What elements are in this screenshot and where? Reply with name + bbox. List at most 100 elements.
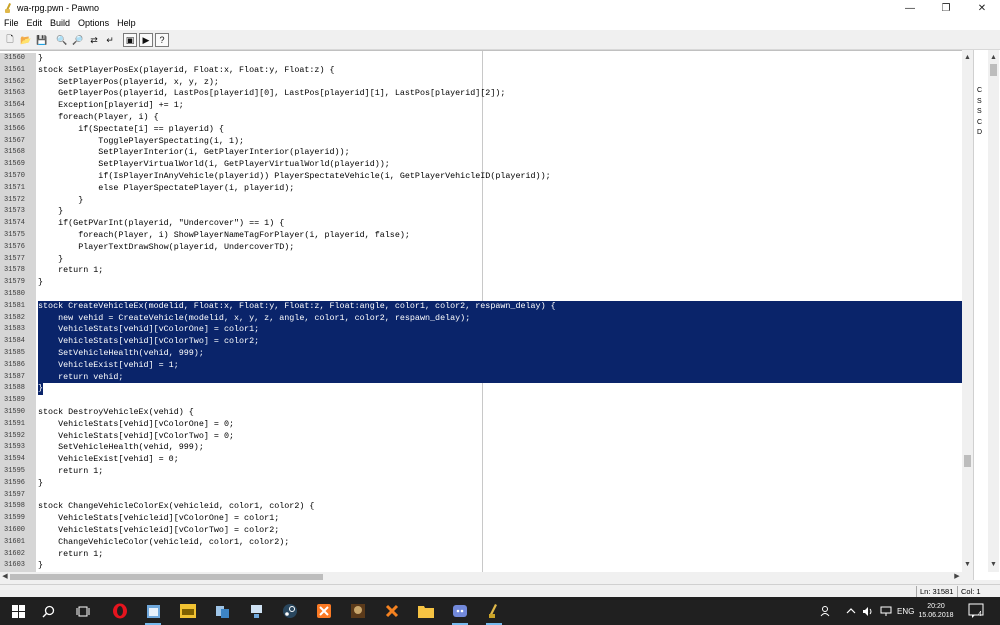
run-icon[interactable]: ▶ — [139, 33, 153, 47]
code-text[interactable]: foreach(Player, i) { — [38, 112, 159, 124]
code-text[interactable]: new vehid = CreateVehicle(modelid, x, y,… — [38, 312, 963, 325]
code-line[interactable]: 31566 if(Spectate[i] == playerid) { — [0, 123, 973, 136]
game-icon[interactable] — [348, 601, 368, 621]
code-text[interactable]: VehicleStats[vehid][vColorTwo] = 0; — [38, 431, 234, 443]
menu-help[interactable]: Help — [113, 18, 140, 28]
code-line[interactable]: 31598 stock ChangeVehicleColorEx(vehiclei… — [0, 501, 973, 514]
pawno-icon[interactable] — [484, 601, 504, 625]
selected-code-line[interactable]: 31583 VehicleStats[vehid][vColorOne] = c… — [0, 324, 973, 337]
code-text[interactable]: } — [38, 53, 43, 65]
code-text[interactable]: Exception[playerid] += 1; — [38, 100, 184, 112]
code-line[interactable]: 31576 PlayerTextDrawShow(playerid, Under… — [0, 241, 973, 254]
code-text[interactable]: foreach(Player, i) ShowPlayerNameTagForP… — [38, 230, 410, 242]
code-line[interactable]: 31580 — [0, 289, 973, 301]
editor-horizontal-scrollbar[interactable]: ◀ ▶ — [0, 572, 962, 582]
code-text[interactable]: stock SetPlayerPosEx(playerid, Float:x, … — [38, 65, 335, 77]
code-text[interactable]: VehicleExist[vehid] = 0; — [38, 454, 179, 466]
horizontal-scroll-thumb[interactable] — [10, 574, 323, 580]
code-line[interactable]: 31596} — [0, 477, 973, 490]
code-line[interactable]: 31574 if(GetPVarInt(playerid, "Undercove… — [0, 218, 973, 230]
code-line[interactable]: 31579} — [0, 277, 973, 289]
notepad-icon[interactable] — [143, 601, 163, 625]
code-text[interactable]: PlayerTextDrawShow(playerid, UndercoverT… — [38, 242, 294, 254]
code-line[interactable]: 31578 return 1; — [0, 265, 973, 278]
code-line[interactable]: 31602 return 1; — [0, 548, 973, 561]
minimize-button[interactable]: — — [892, 0, 928, 16]
code-text[interactable]: TogglePlayerSpectating(i, 1); — [38, 136, 244, 148]
files-icon[interactable] — [212, 601, 232, 621]
editor-icon[interactable] — [178, 601, 198, 621]
editor-vertical-scrollbar[interactable]: ▲ ▼ — [962, 50, 973, 572]
code-line[interactable]: 31568 SetPlayerInterior(i, GetPlayerInte… — [0, 147, 973, 160]
code-text[interactable]: SetVehicleHealth(vehid, 999); — [38, 348, 963, 360]
code-text[interactable]: if(GetPVarInt(playerid, "Undercover") ==… — [38, 218, 284, 230]
help-icon[interactable]: ? — [155, 33, 169, 47]
close-button[interactable]: ✕ — [964, 0, 1000, 16]
code-line[interactable]: 31569 SetPlayerVirtualWorld(i, GetPlayer… — [0, 159, 973, 171]
find-next-icon[interactable]: 🔎 — [71, 33, 85, 47]
code-text[interactable]: SetVehicleHealth(vehid, 999); — [38, 442, 204, 454]
scroll-down-arrow-icon[interactable]: ▼ — [962, 559, 973, 570]
code-editor[interactable]: 31560} 31561 stock SetPlayerPosEx(playerid… — [0, 50, 973, 572]
code-line[interactable]: 31561 stock SetPlayerPosEx(playerid, Floa… — [0, 64, 973, 77]
code-text[interactable]: GetPlayerPos(playerid, LastPos[playerid]… — [38, 88, 505, 100]
code-line[interactable]: 31601 ChangeVehicleColor(vehicleid, colo… — [0, 536, 973, 549]
code-line[interactable]: 31594 VehicleExist[vehid] = 0; — [0, 454, 973, 466]
code-line[interactable]: 31592 VehicleStats[vehid][vColorTwo] = 0… — [0, 430, 973, 443]
code-text[interactable]: stock CreateVehicleEx(modelid, Float:x, … — [38, 300, 963, 313]
network-icon[interactable] — [246, 601, 266, 621]
code-line[interactable]: 31593 SetVehicleHealth(vehid, 999); — [0, 442, 973, 455]
function-list-scrollbar[interactable]: ▲ ▼ — [988, 50, 999, 572]
code-text[interactable]: } — [38, 383, 44, 396]
code-line[interactable]: 31563 GetPlayerPos(playerid, LastPos[pla… — [0, 88, 973, 101]
selected-code-line[interactable]: 31585 SetVehicleHealth(vehid, 999); — [0, 348, 973, 360]
selected-code-line[interactable]: 31582 new vehid = CreateVehicle(modelid,… — [0, 312, 973, 325]
selected-code-line[interactable]: 31586 VehicleExist[vehid] = 1; — [0, 359, 973, 372]
open-file-icon[interactable]: 📂 — [19, 33, 33, 47]
show-hidden-icons-icon[interactable] — [846, 597, 856, 625]
code-line[interactable]: 31567 TogglePlayerSpectating(i, 1); — [0, 135, 973, 148]
code-text[interactable]: stock ChangeVehicleColorEx(vehicleid, co… — [38, 501, 314, 513]
code-text[interactable]: } — [38, 560, 43, 572]
volume-icon[interactable] — [862, 597, 874, 625]
network-status-icon[interactable] — [880, 597, 892, 625]
code-line[interactable]: 31565 foreach(Player, i) { — [0, 112, 973, 124]
selected-code-line[interactable]: 31587 return vehid; — [0, 371, 973, 384]
code-text[interactable]: ChangeVehicleColor(vehicleid, color1, co… — [38, 537, 289, 549]
code-text[interactable]: VehicleExist[vehid] = 1; — [38, 359, 963, 372]
windows-start-icon[interactable] — [8, 601, 28, 621]
scroll-up-arrow-icon[interactable]: ▲ — [962, 52, 973, 63]
vertical-scroll-thumb[interactable] — [964, 455, 971, 467]
code-line[interactable]: 31577 } — [0, 253, 973, 266]
taskbar-clock[interactable]: 20:20 15.06.2018 — [910, 602, 962, 620]
code-text[interactable]: return vehid; — [38, 371, 963, 384]
code-text[interactable]: SetPlayerInterior(i, GetPlayerInterior(p… — [38, 147, 349, 159]
code-line[interactable]: 31572 } — [0, 194, 973, 207]
replace-icon[interactable]: ⇄ — [87, 33, 101, 47]
menu-edit[interactable]: Edit — [23, 18, 47, 28]
scroll-left-arrow-icon[interactable]: ◀ — [0, 572, 10, 582]
code-line[interactable]: 31562 SetPlayerPos(playerid, x, y, z); — [0, 76, 973, 89]
code-text[interactable]: SetPlayerPos(playerid, x, y, z); — [38, 77, 219, 89]
xampp-icon[interactable] — [314, 601, 334, 621]
function-list-item[interactable]: C — [977, 118, 986, 129]
code-line[interactable]: 31571 else PlayerSpectatePlayer(i, playe… — [0, 182, 973, 195]
code-text[interactable]: stock DestroyVehicleEx(vehid) { — [38, 407, 194, 419]
selected-code-line[interactable]: 31581 stock CreateVehicleEx(modelid, Floa… — [0, 300, 973, 313]
code-line[interactable]: 31600 VehicleStats[vehicleid][vColorTwo]… — [0, 525, 973, 537]
code-line[interactable]: 31560} — [0, 53, 973, 65]
folder-icon[interactable] — [416, 601, 436, 621]
code-text[interactable]: return 1; — [38, 466, 103, 478]
code-line[interactable]: 31564 Exception[playerid] += 1; — [0, 100, 973, 112]
function-list-item[interactable]: S — [977, 97, 986, 108]
code-text[interactable]: if(IsPlayerInAnyVehicle(playerid)) Playe… — [38, 171, 550, 183]
list-scroll-down-icon[interactable]: ▼ — [988, 559, 999, 570]
menu-file[interactable]: File — [0, 18, 23, 28]
function-list-item[interactable]: S — [977, 107, 986, 118]
steam-icon[interactable] — [280, 601, 300, 621]
code-line[interactable]: 31573 } — [0, 206, 973, 219]
code-text[interactable]: VehicleStats[vehid][vColorOne] = 0; — [38, 419, 234, 431]
selected-code-line[interactable]: 31588} — [0, 383, 973, 396]
code-text[interactable]: VehicleStats[vehicleid][vColorOne] = col… — [38, 513, 279, 525]
code-text[interactable]: } — [38, 206, 63, 218]
